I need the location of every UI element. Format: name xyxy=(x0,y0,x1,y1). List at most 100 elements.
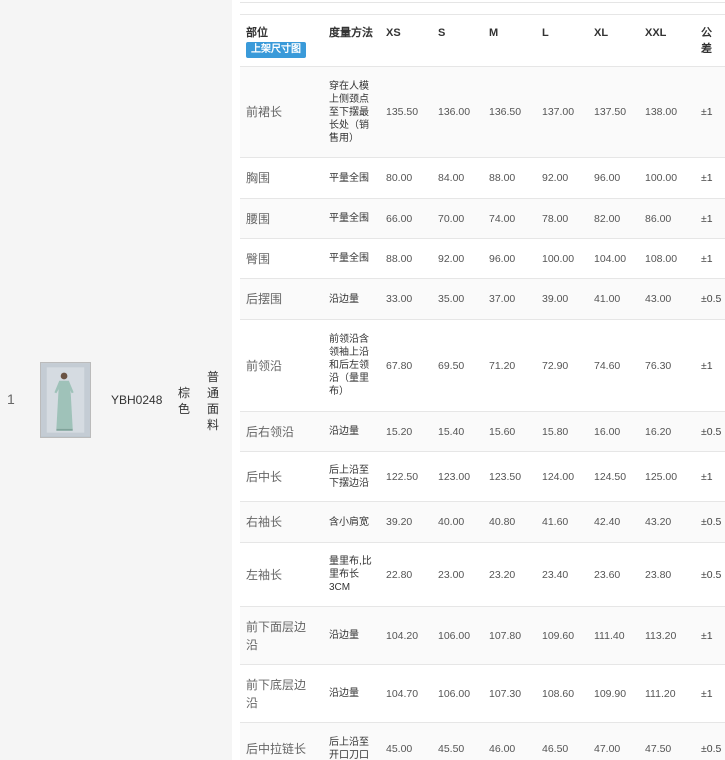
cell-part: 前领沿 xyxy=(240,319,323,412)
cell-xs: 88.00 xyxy=(380,238,432,279)
table-row: 后中拉链长 后上沿至开口刀口 45.00 45.50 46.00 46.50 4… xyxy=(240,722,725,760)
table-row: 前裙长 穿在人模上侧颈点至下摆最长处（销售用） 135.50 136.00 13… xyxy=(240,66,725,158)
header-m: M xyxy=(483,14,536,67)
cell-xxl: 86.00 xyxy=(639,198,695,239)
cell-xs: 39.20 xyxy=(380,501,432,543)
cell-s: 23.00 xyxy=(432,542,483,607)
table-row: 左袖长 量里布,比里布长3CM 22.80 23.00 23.20 23.40 … xyxy=(240,542,725,607)
cell-xs: 135.50 xyxy=(380,66,432,158)
cell-part: 右袖长 xyxy=(240,501,323,543)
cell-s: 106.00 xyxy=(432,664,483,723)
cell-method: 穿在人模上侧颈点至下摆最长处（销售用） xyxy=(323,66,380,158)
cell-method: 含小肩宽 xyxy=(323,501,380,543)
cell-m: 88.00 xyxy=(483,157,536,199)
cell-part: 前下面层边沿 xyxy=(240,606,323,665)
table-row: 前领沿 前领沿含领袖上沿和后左领沿（量里布） 67.80 69.50 71.20… xyxy=(240,319,725,412)
table-row: 胸围 平量全围 80.00 84.00 88.00 92.00 96.00 10… xyxy=(240,157,725,199)
table-header-row: 部位 上架尺寸图 度量方法 XS S M L XL XXL 公差 xyxy=(240,14,725,67)
cell-s: 92.00 xyxy=(432,238,483,279)
cell-xs: 15.20 xyxy=(380,411,432,452)
table-row: 后摆围 沿边量 33.00 35.00 37.00 39.00 41.00 43… xyxy=(240,278,725,320)
cell-xs: 104.20 xyxy=(380,606,432,665)
cell-part: 左袖长 xyxy=(240,542,323,607)
cell-xs: 45.00 xyxy=(380,722,432,760)
cell-m: 40.80 xyxy=(483,501,536,543)
cell-part: 后右领沿 xyxy=(240,411,323,452)
cell-xxl: 43.20 xyxy=(639,501,695,543)
cell-xl: 23.60 xyxy=(588,542,639,607)
size-table: 部位 上架尺寸图 度量方法 XS S M L XL XXL 公差 前裙长 穿在人… xyxy=(240,14,725,760)
cell-xxl: 47.50 xyxy=(639,722,695,760)
cell-s: 136.00 xyxy=(432,66,483,158)
cell-s: 15.40 xyxy=(432,411,483,452)
cell-l: 137.00 xyxy=(536,66,588,158)
cell-method: 沿边量 xyxy=(323,411,380,452)
cell-l: 39.00 xyxy=(536,278,588,320)
cell-xxl: 100.00 xyxy=(639,157,695,199)
cell-xxl: 16.20 xyxy=(639,411,695,452)
cell-part: 前下底层边沿 xyxy=(240,664,323,723)
cell-tolerance: ±0.5 xyxy=(695,722,725,760)
cell-part: 臀围 xyxy=(240,238,323,279)
cell-xl: 96.00 xyxy=(588,157,639,199)
cell-l: 46.50 xyxy=(536,722,588,760)
table-row: 臀围 平量全围 88.00 92.00 96.00 100.00 104.00 … xyxy=(240,238,725,279)
cell-l: 23.40 xyxy=(536,542,588,607)
cell-xxl: 113.20 xyxy=(639,606,695,665)
cell-s: 106.00 xyxy=(432,606,483,665)
header-part: 部位 上架尺寸图 xyxy=(240,14,323,67)
cell-tolerance: ±1 xyxy=(695,606,725,665)
sku-code: YBH0248 xyxy=(111,393,163,407)
size-chart-button[interactable]: 上架尺寸图 xyxy=(246,42,306,58)
cell-s: 69.50 xyxy=(432,319,483,412)
cell-tolerance: ±0.5 xyxy=(695,542,725,607)
cell-part: 胸围 xyxy=(240,157,323,199)
product-thumbnail[interactable] xyxy=(40,362,91,438)
dress-photo-icon xyxy=(41,363,90,437)
table-row: 前下底层边沿 沿边量 104.70 106.00 107.30 108.60 1… xyxy=(240,664,725,723)
header-method: 度量方法 xyxy=(323,14,380,67)
cell-s: 40.00 xyxy=(432,501,483,543)
cell-method: 后上沿至下摆边沿 xyxy=(323,451,380,502)
cell-s: 35.00 xyxy=(432,278,483,320)
cell-xl: 137.50 xyxy=(588,66,639,158)
cell-tolerance: ±1 xyxy=(695,664,725,723)
cell-tolerance: ±1 xyxy=(695,66,725,158)
cell-xl: 42.40 xyxy=(588,501,639,543)
cell-m: 123.50 xyxy=(483,451,536,502)
cell-method: 前领沿含领袖上沿和后左领沿（量里布） xyxy=(323,319,380,412)
cell-tolerance: ±1 xyxy=(695,238,725,279)
cell-part: 腰围 xyxy=(240,198,323,239)
cell-tolerance: ±1 xyxy=(695,319,725,412)
cell-s: 84.00 xyxy=(432,157,483,199)
cell-xs: 104.70 xyxy=(380,664,432,723)
cell-part: 前裙长 xyxy=(240,66,323,158)
cell-m: 37.00 xyxy=(483,278,536,320)
cell-xs: 122.50 xyxy=(380,451,432,502)
cell-m: 23.20 xyxy=(483,542,536,607)
cell-xl: 111.40 xyxy=(588,606,639,665)
cell-method: 沿边量 xyxy=(323,606,380,665)
cell-tolerance: ±0.5 xyxy=(695,411,725,452)
cell-m: 107.30 xyxy=(483,664,536,723)
cell-m: 107.80 xyxy=(483,606,536,665)
color-value: 棕色 xyxy=(178,386,191,416)
cell-xs: 80.00 xyxy=(380,157,432,199)
cell-tolerance: ±0.5 xyxy=(695,278,725,320)
cell-tolerance: ±1 xyxy=(695,451,725,502)
cell-l: 100.00 xyxy=(536,238,588,279)
cell-part: 后中长 xyxy=(240,451,323,502)
cell-s: 123.00 xyxy=(432,451,483,502)
cell-method: 沿边量 xyxy=(323,278,380,320)
divider xyxy=(240,2,725,3)
cell-m: 15.60 xyxy=(483,411,536,452)
cell-method: 沿边量 xyxy=(323,664,380,723)
cell-l: 108.60 xyxy=(536,664,588,723)
cell-xl: 41.00 xyxy=(588,278,639,320)
cell-m: 74.00 xyxy=(483,198,536,239)
row-index: 1 xyxy=(7,391,15,407)
cell-part: 后摆围 xyxy=(240,278,323,320)
header-xs: XS xyxy=(380,14,432,67)
table-row: 后右领沿 沿边量 15.20 15.40 15.60 15.80 16.00 1… xyxy=(240,411,725,452)
cell-xxl: 108.00 xyxy=(639,238,695,279)
